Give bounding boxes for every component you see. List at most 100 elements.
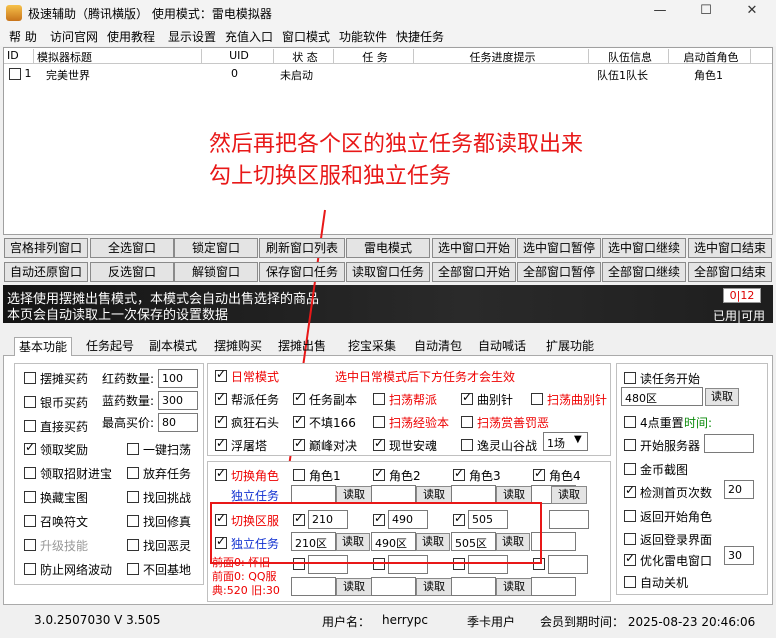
col-team[interactable]: 队伍信息 bbox=[589, 49, 669, 64]
tab-3[interactable]: 摆摊购买 bbox=[210, 337, 266, 356]
col-title[interactable]: 模拟器标题 bbox=[34, 49, 202, 64]
col-id[interactable]: ID bbox=[4, 49, 34, 63]
tab-7[interactable]: 自动喊话 bbox=[474, 337, 530, 356]
extra-task-input-1[interactable] bbox=[371, 577, 416, 596]
minimize-button[interactable]: — bbox=[640, 3, 680, 23]
task-checkbox-5[interactable] bbox=[215, 413, 227, 428]
task-checkbox-12[interactable] bbox=[461, 439, 473, 451]
optimize-input[interactable]: 30 bbox=[724, 546, 754, 565]
gold_screenshot-checkbox[interactable] bbox=[624, 463, 636, 475]
extra-read-button-1[interactable]: 读取 bbox=[416, 578, 452, 596]
button-row1-6[interactable]: 选中窗口暂停 bbox=[517, 238, 601, 258]
task-checkbox-3[interactable] bbox=[461, 390, 473, 405]
menu-help[interactable]: 帮 助 bbox=[9, 28, 37, 45]
extra-task-input-2[interactable] bbox=[451, 577, 496, 596]
col-status[interactable]: 状 态 bbox=[274, 49, 334, 64]
checkbox-5[interactable] bbox=[24, 491, 36, 503]
tab-8[interactable]: 扩展功能 bbox=[542, 337, 598, 356]
task-checkbox-6[interactable] bbox=[293, 413, 305, 428]
role-checkbox-1[interactable] bbox=[373, 466, 385, 481]
button-row2-6[interactable]: 全部窗口暂停 bbox=[517, 262, 601, 282]
task-checkbox-7[interactable] bbox=[373, 416, 385, 428]
button-row2-5[interactable]: 全部窗口开始 bbox=[432, 262, 516, 282]
button-row2-8[interactable]: 全部窗口结束 bbox=[688, 262, 772, 282]
button-row1-5[interactable]: 选中窗口开始 bbox=[432, 238, 516, 258]
rounds-dropdown-icon[interactable]: ▼ bbox=[574, 434, 582, 445]
read-value-input[interactable]: 480区 bbox=[621, 387, 703, 406]
task-checkbox-8[interactable] bbox=[461, 416, 473, 428]
button-row1-3[interactable]: 刷新窗口列表 bbox=[259, 238, 345, 258]
daily-mode-checkbox[interactable] bbox=[215, 367, 227, 382]
menu-software[interactable]: 功能软件 bbox=[339, 28, 387, 45]
tab-1[interactable]: 任务起号 bbox=[82, 337, 138, 356]
tab-4[interactable]: 摆摊出售 bbox=[274, 337, 330, 356]
reset4-checkbox[interactable] bbox=[624, 416, 636, 428]
col-progress[interactable]: 任务进度提示 bbox=[414, 49, 589, 64]
checkbox-c2-3[interactable] bbox=[127, 515, 139, 527]
task-checkbox-4[interactable] bbox=[531, 393, 543, 405]
server-start-input[interactable] bbox=[704, 434, 754, 453]
menu-display[interactable]: 显示设置 bbox=[168, 28, 216, 45]
tab-5[interactable]: 挖宝采集 bbox=[344, 337, 400, 356]
button-row2-4[interactable]: 读取窗口任务 bbox=[346, 262, 430, 282]
checkbox-c2-0[interactable] bbox=[127, 443, 139, 455]
extra-read-button-0[interactable]: 读取 bbox=[336, 578, 372, 596]
role-checkbox-0[interactable] bbox=[293, 469, 305, 481]
task-checkbox-1[interactable] bbox=[293, 390, 305, 405]
optimize-checkbox[interactable] bbox=[624, 551, 636, 566]
auto_shutdown-checkbox[interactable] bbox=[624, 576, 636, 588]
button-row1-7[interactable]: 选中窗口继续 bbox=[602, 238, 686, 258]
max_price-input[interactable]: 80 bbox=[158, 413, 198, 432]
tab-0[interactable]: 基本功能 bbox=[14, 337, 73, 356]
role-checkbox-3[interactable] bbox=[533, 466, 545, 481]
read_start-checkbox[interactable] bbox=[624, 372, 636, 384]
task-checkbox-9[interactable] bbox=[215, 436, 227, 451]
detect-input[interactable]: 20 bbox=[724, 480, 754, 499]
task-checkbox-10[interactable] bbox=[293, 436, 305, 451]
extra-task-input-3[interactable] bbox=[531, 577, 576, 596]
tab-6[interactable]: 自动清包 bbox=[410, 337, 466, 356]
button-row2-2[interactable]: 解锁窗口 bbox=[174, 262, 258, 282]
back_role-checkbox[interactable] bbox=[624, 510, 636, 522]
read-right-button[interactable]: 读取 bbox=[705, 388, 739, 406]
button-row1-1[interactable]: 全选窗口 bbox=[90, 238, 174, 258]
button-row1-8[interactable]: 选中窗口结束 bbox=[688, 238, 772, 258]
tab-2[interactable]: 副本模式 bbox=[145, 337, 201, 356]
checkbox-6[interactable] bbox=[24, 515, 36, 527]
task-checkbox-2[interactable] bbox=[373, 393, 385, 405]
checkbox-8[interactable] bbox=[24, 563, 36, 575]
button-row2-0[interactable]: 自动还原窗口 bbox=[4, 262, 88, 282]
checkbox-4[interactable] bbox=[24, 467, 36, 479]
checkbox-c2-1[interactable] bbox=[127, 467, 139, 479]
maximize-button[interactable]: ☐ bbox=[686, 3, 726, 23]
menu-website[interactable]: 访问官网 bbox=[50, 28, 98, 45]
checkbox-c2-4[interactable] bbox=[127, 539, 139, 551]
back_login-checkbox[interactable] bbox=[624, 533, 636, 545]
close-button[interactable]: ✕ bbox=[732, 3, 772, 23]
row-checkbox[interactable] bbox=[9, 68, 21, 80]
extra-input-3[interactable] bbox=[548, 555, 588, 574]
button-row1-4[interactable]: 雷电模式 bbox=[346, 238, 430, 258]
checkbox-2[interactable] bbox=[24, 420, 36, 432]
checkbox-c2-5[interactable] bbox=[127, 563, 139, 575]
checkbox-3[interactable] bbox=[24, 440, 36, 455]
checkbox-7[interactable] bbox=[24, 539, 36, 551]
button-row2-7[interactable]: 全部窗口继续 bbox=[602, 262, 686, 282]
start_server-checkbox[interactable] bbox=[624, 439, 636, 451]
task-checkbox-0[interactable] bbox=[215, 390, 227, 405]
extra-read-button-2[interactable]: 读取 bbox=[496, 578, 532, 596]
detect_label-checkbox[interactable] bbox=[624, 483, 636, 498]
button-row1-0[interactable]: 宫格排列窗口 bbox=[4, 238, 88, 258]
red_qty-input[interactable]: 100 bbox=[158, 369, 198, 388]
checkbox-1[interactable] bbox=[24, 396, 36, 408]
menu-recharge[interactable]: 充值入口 bbox=[225, 28, 273, 45]
button-row2-3[interactable]: 保存窗口任务 bbox=[259, 262, 345, 282]
button-row1-2[interactable]: 锁定窗口 bbox=[174, 238, 258, 258]
button-row2-1[interactable]: 反选窗口 bbox=[90, 262, 174, 282]
menu-window-mode[interactable]: 窗口模式 bbox=[282, 28, 330, 45]
checkbox-c2-2[interactable] bbox=[127, 491, 139, 503]
menu-quick-task[interactable]: 快捷任务 bbox=[396, 28, 444, 45]
role-read-button-3[interactable]: 读取 bbox=[551, 486, 587, 504]
col-uid[interactable]: UID bbox=[202, 49, 274, 63]
blue_qty-input[interactable]: 300 bbox=[158, 391, 198, 410]
